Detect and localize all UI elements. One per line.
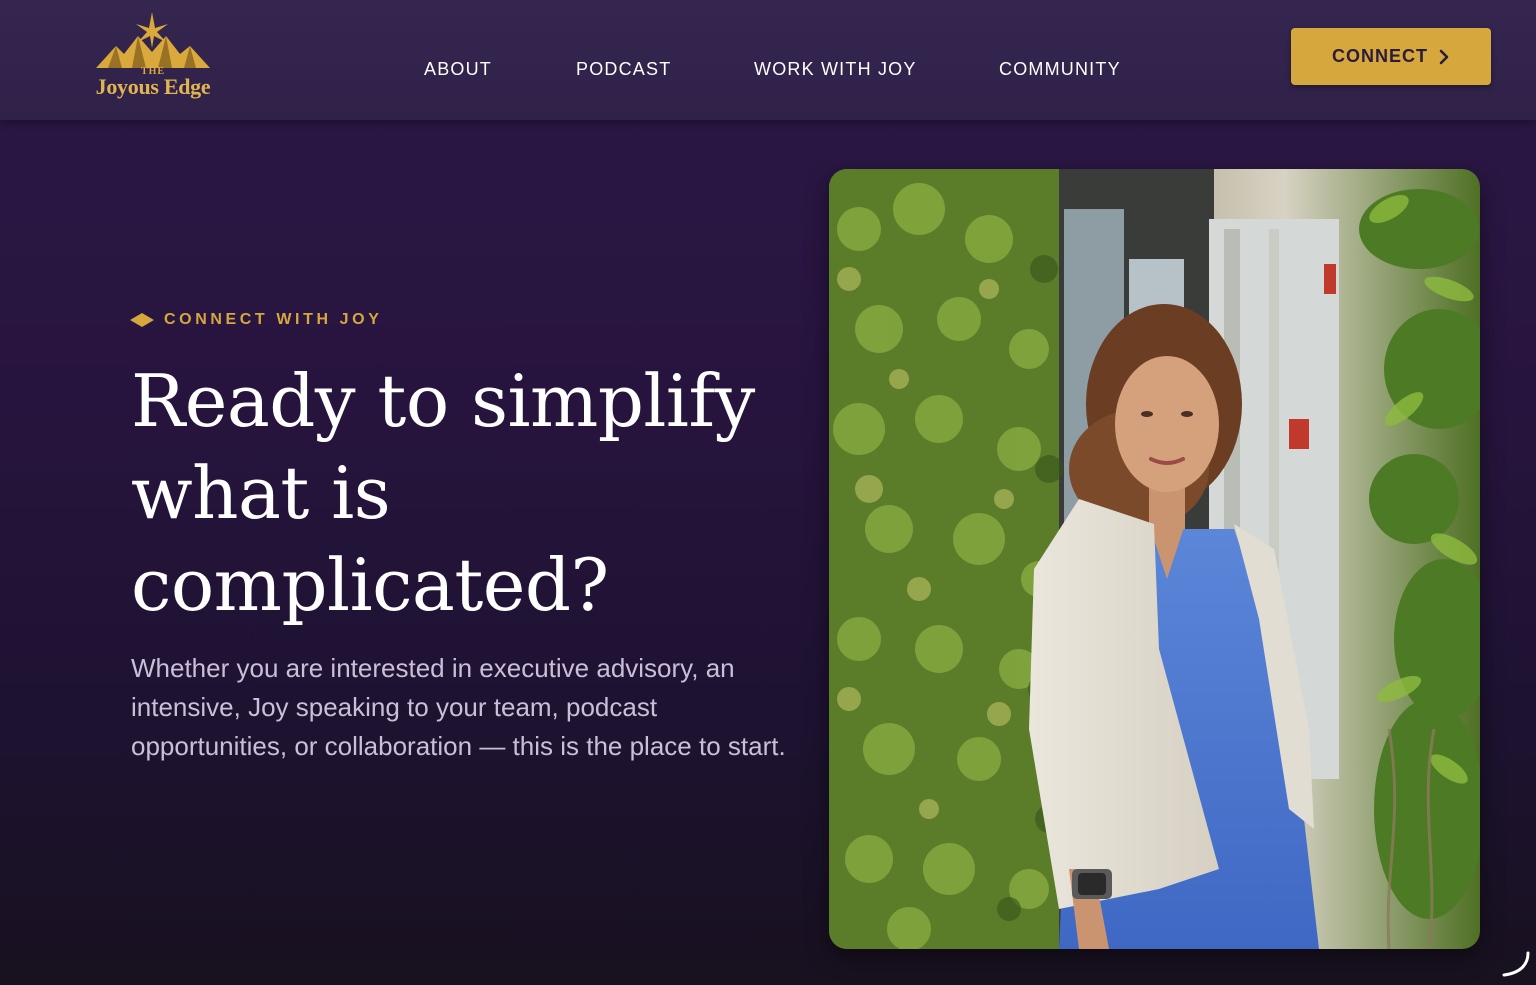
site-logo[interactable]: THE Joyous Edge (88, 12, 218, 104)
hero-title-line-3: complicated? (131, 543, 609, 627)
hero-photo (829, 169, 1480, 949)
portrait-image (829, 169, 1480, 949)
nav-work-with-joy[interactable]: WORK WITH JOY (754, 59, 917, 80)
connect-button[interactable]: CONNECT (1291, 28, 1491, 85)
connect-button-label: CONNECT (1332, 46, 1428, 66)
hero-body: Whether you are interested in executive … (131, 653, 786, 761)
hero-title-line-2: what is (131, 451, 391, 535)
mountain-sun-icon (96, 12, 210, 68)
nav-podcast[interactable]: PODCAST (576, 59, 671, 80)
diamond-icon (130, 313, 154, 327)
eyebrow-text: CONNECT WITH JOY (164, 311, 383, 328)
nav-about[interactable]: ABOUT (424, 59, 492, 80)
site-header: THE Joyous Edge ABOUT PODCAST WORK WITH … (0, 0, 1536, 120)
loading-spinner-icon (1502, 951, 1530, 977)
chevron-right-icon (1439, 49, 1449, 64)
hero-title: Ready to simplify what is complicated? (131, 355, 791, 631)
eyebrow: CONNECT WITH JOY (130, 311, 383, 329)
logo-name: Joyous Edge (95, 74, 211, 99)
hero-title-line-1: Ready to simplify (131, 359, 755, 443)
nav-community[interactable]: COMMUNITY (999, 59, 1121, 80)
